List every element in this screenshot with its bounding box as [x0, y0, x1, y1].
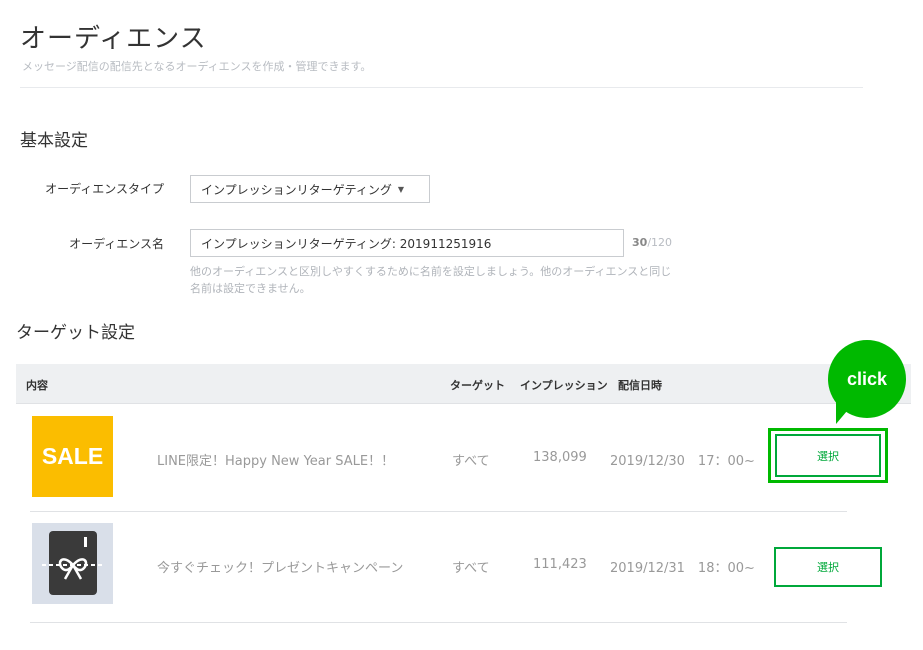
message-title: LINE限定！Happy New Year SALE！！	[157, 454, 395, 469]
message-title: 今すぐチェック！プレゼントキャンペーン	[157, 561, 404, 576]
audience-name-label: オーディエンス名	[69, 237, 164, 251]
message-date: 2019/12/31 18：00~	[610, 561, 755, 576]
message-date: 2019/12/30 17：00~	[610, 454, 755, 469]
sale-thumbnail-text: SALE	[41, 443, 104, 469]
message-impressions: 138,099	[533, 450, 587, 465]
select-button[interactable]: 選択	[775, 434, 881, 477]
gift-thumbnail	[32, 523, 113, 604]
select-button[interactable]: 選択	[774, 547, 882, 587]
basic-settings-title: 基本設定	[20, 131, 88, 151]
char-count-current: 30	[632, 236, 648, 249]
sale-thumbnail: SALE	[32, 416, 113, 497]
audience-type-select[interactable]: インプレッションリターゲティング ▼	[190, 175, 430, 203]
audience-type-label: オーディエンスタイプ	[45, 182, 164, 196]
message-impressions: 111,423	[533, 557, 587, 572]
page-title: オーディエンス	[20, 24, 207, 54]
header-divider	[20, 87, 863, 88]
audience-name-input[interactable]	[190, 229, 624, 257]
audience-type-value: インプレッションリターゲティング	[201, 182, 392, 197]
page-subtitle: メッセージ配信の配信先となるオーディエンスを作成・管理できます。	[22, 60, 372, 73]
message-target: すべて	[452, 454, 490, 469]
select-button-highlight: 選択	[768, 428, 888, 483]
column-target: ターゲット	[450, 379, 505, 392]
chevron-down-icon: ▼	[397, 184, 405, 194]
char-count-max: /120	[647, 236, 673, 249]
click-annotation-bubble: click	[828, 340, 906, 418]
table-row: SALE LINE限定！Happy New Year SALE！！ すべて 13…	[30, 404, 888, 512]
message-target: すべて	[452, 561, 490, 576]
gift-icon	[42, 531, 103, 595]
column-date: 配信日時	[618, 379, 662, 392]
audience-name-help: 他のオーディエンスと区別しやすくするために名前を設定しましょう。他のオーディエン…	[190, 265, 672, 295]
table-row: 今すぐチェック！プレゼントキャンペーン すべて 111,423 2019/12/…	[30, 513, 882, 623]
char-count: 30/120	[632, 236, 672, 249]
table-header: 内容 ターゲット インプレッション 配信日時	[16, 364, 911, 404]
target-settings-title: ターゲット設定	[16, 323, 135, 343]
column-impressions: インプレッション	[520, 379, 608, 392]
column-content: 内容	[26, 379, 48, 392]
